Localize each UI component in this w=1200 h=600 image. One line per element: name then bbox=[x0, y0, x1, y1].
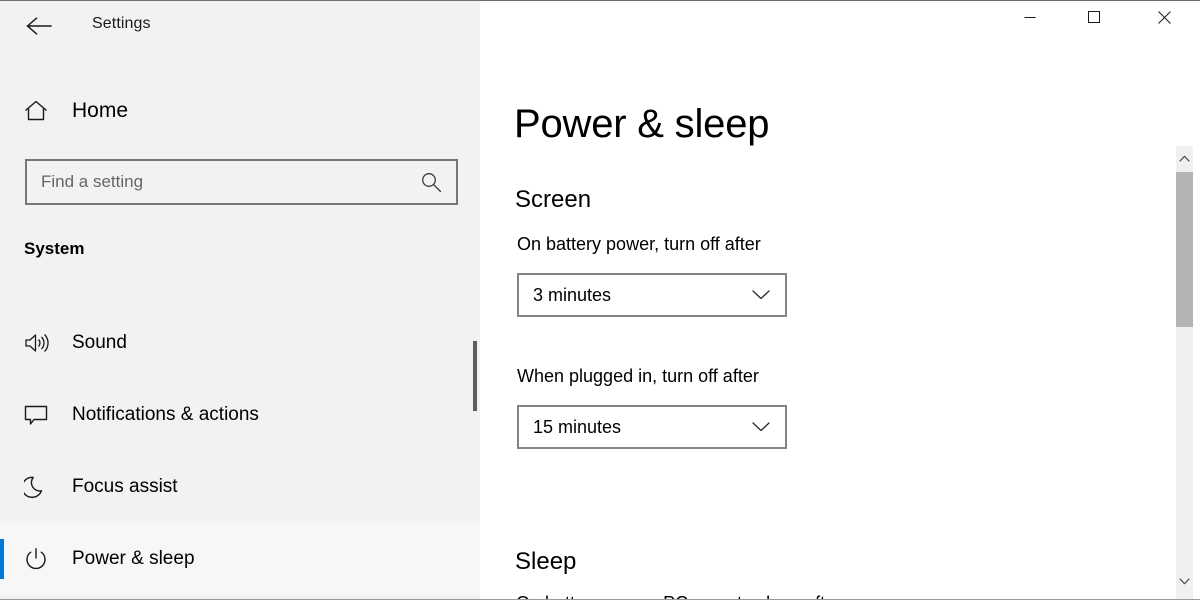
title-bar: Settings bbox=[0, 1, 1200, 51]
title-bar-left-pane bbox=[0, 1, 480, 51]
chat-bubble-icon bbox=[24, 404, 54, 426]
field-label-when-plugged-in: When plugged in, turn off after bbox=[517, 366, 759, 386]
sidebar-item-power-sleep-label: Power & sleep bbox=[72, 548, 195, 569]
sidebar-item-notifications-actions[interactable]: Notifications & actions bbox=[0, 379, 480, 451]
scroll-up-button[interactable] bbox=[1176, 148, 1193, 168]
chevron-down-icon bbox=[752, 422, 770, 433]
chevron-down-icon bbox=[1179, 572, 1190, 590]
settings-window: Settings Home Find a setting System Soun… bbox=[0, 0, 1200, 600]
back-arrow-icon bbox=[26, 16, 52, 36]
sidebar-item-focus-assist-label: Focus assist bbox=[72, 476, 178, 497]
speaker-icon bbox=[24, 332, 54, 354]
search-input[interactable] bbox=[41, 167, 401, 197]
minimize-button[interactable] bbox=[1007, 1, 1053, 33]
main-content: Power & sleep Screen On battery power, t… bbox=[480, 1, 1200, 599]
sidebar-item-sound-label: Sound bbox=[72, 332, 127, 353]
power-icon bbox=[24, 547, 54, 571]
maximize-button[interactable] bbox=[1071, 1, 1117, 33]
sidebar-scrollbar-thumb[interactable] bbox=[473, 341, 477, 411]
home-icon bbox=[24, 100, 54, 122]
chevron-down-icon bbox=[752, 290, 770, 301]
selection-accent-bar bbox=[0, 539, 4, 579]
sidebar-item-home[interactable]: Home bbox=[0, 89, 480, 133]
app-title: Settings bbox=[92, 15, 151, 32]
dropdown-on-battery-power-value: 3 minutes bbox=[533, 284, 612, 305]
content-scrollbar[interactable] bbox=[1176, 146, 1193, 599]
dropdown-when-plugged-in[interactable]: 15 minutes bbox=[517, 405, 787, 449]
section-heading-screen: Screen bbox=[515, 185, 592, 213]
field-label-on-battery-power: On battery power, turn off after bbox=[517, 234, 761, 254]
back-button[interactable] bbox=[16, 7, 62, 45]
sidebar-section-label: System bbox=[24, 239, 85, 258]
sidebar-nav-list: Sound Notifications & actions Focus assi… bbox=[0, 307, 480, 595]
close-icon bbox=[1157, 10, 1171, 24]
sidebar-item-home-label: Home bbox=[72, 99, 129, 122]
section-heading-sleep: Sleep bbox=[515, 547, 577, 575]
dropdown-when-plugged-in-value: 15 minutes bbox=[533, 416, 622, 437]
search-icon[interactable] bbox=[420, 171, 442, 193]
dropdown-on-battery-power[interactable]: 3 minutes bbox=[517, 273, 787, 317]
crescent-moon-icon bbox=[24, 475, 54, 499]
chevron-up-icon bbox=[1179, 149, 1190, 167]
search-box[interactable] bbox=[25, 159, 458, 205]
sidebar-item-notifications-actions-label: Notifications & actions bbox=[72, 404, 259, 425]
clipped-next-field-label: On battery power, PC goes to sleep after bbox=[516, 593, 841, 599]
maximize-icon bbox=[1088, 11, 1100, 23]
minimize-icon bbox=[1024, 11, 1036, 23]
sidebar-item-sound[interactable]: Sound bbox=[0, 307, 480, 379]
sidebar-item-power-sleep[interactable]: Power & sleep bbox=[0, 523, 480, 595]
sidebar: Home System bbox=[0, 1, 480, 599]
page-title: Power & sleep bbox=[514, 101, 770, 146]
scroll-down-button[interactable] bbox=[1176, 571, 1193, 591]
scroll-thumb[interactable] bbox=[1176, 172, 1193, 327]
sidebar-item-focus-assist[interactable]: Focus assist bbox=[0, 451, 480, 523]
close-button[interactable] bbox=[1141, 1, 1187, 33]
